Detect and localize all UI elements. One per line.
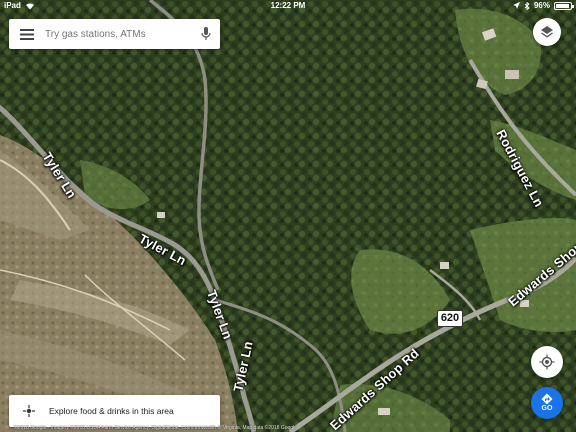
search-input[interactable]: Try gas stations, ATMs [45, 29, 192, 40]
satellite-imagery [0, 0, 576, 432]
battery-percent: 96% [533, 1, 550, 10]
location-arrow-icon [512, 1, 520, 9]
status-time: 12:22 PM [270, 1, 306, 10]
microphone-icon[interactable] [192, 19, 220, 49]
status-right: 96% [512, 1, 574, 10]
search-box[interactable]: Try gas stations, ATMs [9, 19, 220, 49]
explore-label: Explore food & drinks in this area [49, 406, 174, 416]
layers-button[interactable] [533, 18, 561, 46]
status-bar: iPad 12:22 PM 96% [0, 0, 576, 12]
explore-button[interactable]: Explore food & drinks in this area [9, 395, 220, 427]
go-directions-button[interactable]: GO [531, 387, 563, 419]
map-attribution: ©2018 Google · Imagery ©2018 USDA Farm S… [14, 425, 297, 431]
satellite-map[interactable]: Tyler Ln Tyler Ln Tyler Ln Tyler Ln Edwa… [0, 0, 576, 432]
go-label: GO [541, 405, 553, 412]
my-location-icon [539, 354, 555, 370]
hamburger-menu-icon[interactable] [9, 19, 45, 49]
battery-level-fill [556, 3, 569, 8]
route-620-shield: 620 [437, 310, 463, 327]
battery-icon [554, 1, 574, 10]
my-location-button[interactable] [531, 346, 563, 378]
bluetooth-icon [524, 1, 530, 10]
directions-icon [541, 393, 553, 405]
explore-sparkle-icon [9, 395, 49, 427]
layers-icon [541, 26, 553, 38]
